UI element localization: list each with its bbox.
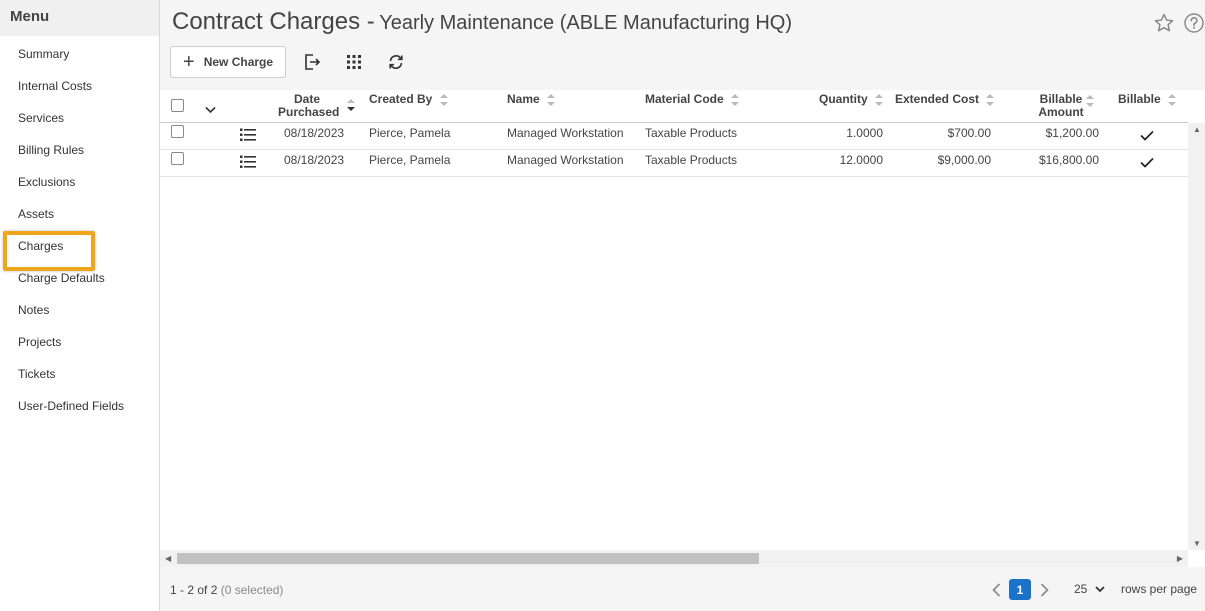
cell-name: Managed Workstation — [507, 126, 624, 140]
header-material-code[interactable]: Material Code — [645, 93, 740, 107]
menu-title: Menu — [0, 0, 159, 36]
sidebar-item-exclusions[interactable]: Exclusions — [0, 166, 159, 198]
grid-footer: 1 - 2 of 2 (0 selected) 1 25 rows per pa… — [160, 567, 1205, 611]
select-all-checkbox[interactable] — [171, 99, 184, 112]
sort-icon — [439, 94, 448, 106]
sidebar: Menu Summary Internal Costs Services Bil… — [0, 0, 160, 611]
check-icon — [1140, 155, 1154, 173]
refresh-icon[interactable] — [380, 46, 412, 78]
cell-quantity: 1.0000 — [846, 126, 883, 140]
table-row[interactable]: 08/18/2023 Pierce, Pamela Managed Workst… — [160, 123, 1188, 150]
cell-material-code: Taxable Products — [645, 126, 738, 140]
cell-material-code: Taxable Products — [645, 153, 738, 167]
horizontal-scroll-thumb[interactable] — [177, 553, 759, 564]
table-row[interactable]: 08/18/2023 Pierce, Pamela Managed Workst… — [160, 150, 1188, 177]
sort-icon — [875, 94, 884, 106]
header-quantity-label: Quantity — [819, 92, 868, 107]
sidebar-item-services[interactable]: Services — [0, 102, 159, 134]
sort-desc-icon[interactable] — [346, 98, 356, 117]
sidebar-item-charges[interactable]: Charges — [0, 230, 159, 271]
cell-billable-amount: $1,200.00 — [1045, 126, 1099, 140]
main-panel: Contract Charges - Yearly Maintenance (A… — [160, 0, 1205, 611]
rows-per-page-select[interactable]: 25 — [1074, 582, 1118, 596]
page-title-subtitle: Yearly Maintenance (ABLE Manufacturing H… — [379, 12, 793, 34]
header-name[interactable]: Name — [507, 93, 556, 107]
check-icon — [1140, 128, 1154, 146]
chevron-right-icon[interactable] — [1034, 580, 1054, 600]
page-title: Contract Charges - Yearly Maintenance (A… — [172, 8, 792, 36]
header-billable[interactable]: Billable — [1118, 93, 1177, 107]
sidebar-item-summary[interactable]: Summary — [0, 38, 159, 70]
vertical-scrollbar[interactable]: ▲ ▼ — [1188, 123, 1205, 550]
sidebar-item-internal-costs[interactable]: Internal Costs — [0, 70, 159, 102]
sort-icon — [547, 94, 556, 106]
cell-billable-amount: $16,800.00 — [1038, 153, 1099, 167]
header-extended-cost-label: Extended Cost — [895, 92, 980, 107]
cell-date-purchased: 08/18/2023 — [284, 126, 345, 140]
toolbar: + New Charge — [170, 46, 412, 78]
header-material-code-label: Material Code — [645, 92, 724, 107]
header-quantity[interactable]: Quantity — [819, 93, 884, 107]
chevron-down-icon — [1095, 585, 1105, 592]
header-name-label: Name — [507, 92, 540, 107]
page-title-main: Contract Charges - — [172, 8, 375, 35]
plus-icon: + — [183, 51, 195, 73]
sidebar-item-assets[interactable]: Assets — [0, 198, 159, 230]
grid-header: Date Purchased Created By Name Material … — [160, 90, 1188, 123]
scroll-down-icon[interactable]: ▼ — [1193, 539, 1201, 548]
horizontal-scrollbar[interactable]: ◀ ▶ — [160, 550, 1188, 567]
header-billable-amount[interactable]: Billable Amount — [1032, 93, 1090, 119]
cell-date-purchased: 08/18/2023 — [284, 153, 345, 167]
new-charge-label: New Charge — [203, 55, 274, 69]
sidebar-item-billing-rules[interactable]: Billing Rules — [0, 134, 159, 166]
header-billable-label: Billable — [1118, 92, 1161, 107]
list-icon[interactable] — [240, 128, 256, 147]
sort-icon — [731, 94, 740, 106]
header-date-purchased[interactable]: Date Purchased — [278, 93, 340, 119]
selected-count: (0 selected) — [220, 583, 284, 597]
sidebar-item-user-defined-fields[interactable]: User-Defined Fields — [0, 390, 159, 422]
sidebar-item-tickets[interactable]: Tickets — [0, 358, 159, 390]
pagination: 1 — [986, 579, 1054, 600]
cell-extended-cost: $700.00 — [947, 126, 991, 140]
rows-per-page: 25 rows per page — [1074, 582, 1197, 596]
record-count-text: 1 - 2 of 2 — [170, 583, 218, 597]
header-extended-cost[interactable]: Extended Cost — [895, 93, 995, 107]
chevron-left-icon[interactable] — [986, 580, 1006, 600]
cell-created-by: Pierce, Pamela — [369, 126, 451, 140]
sidebar-item-charge-defaults[interactable]: Charge Defaults — [0, 262, 159, 294]
help-icon[interactable] — [1183, 12, 1205, 34]
header-created-by-label: Created By — [369, 92, 433, 107]
cell-extended-cost: $9,000.00 — [937, 153, 991, 167]
sort-icon[interactable] — [1085, 94, 1095, 113]
page-number-current[interactable]: 1 — [1009, 579, 1031, 600]
header-date-line2: Purchased — [278, 105, 340, 119]
column-chooser-icon[interactable] — [338, 46, 370, 78]
list-icon[interactable] — [240, 155, 256, 174]
header-billable-amount-line2: Amount — [1038, 105, 1084, 119]
rows-per-page-label: rows per page — [1121, 582, 1198, 596]
row-checkbox[interactable] — [171, 125, 184, 138]
sidebar-item-projects[interactable]: Projects — [0, 326, 159, 358]
scroll-right-icon[interactable]: ▶ — [1177, 554, 1183, 563]
sort-icon — [1168, 94, 1177, 106]
menu-list: Summary Internal Costs Services Billing … — [0, 38, 159, 422]
scroll-left-icon[interactable]: ◀ — [165, 554, 171, 563]
cell-name: Managed Workstation — [507, 153, 624, 167]
charges-grid: Date Purchased Created By Name Material … — [160, 90, 1205, 567]
title-icons — [1149, 12, 1205, 34]
row-checkbox[interactable] — [171, 152, 184, 165]
export-icon[interactable] — [296, 46, 328, 78]
sort-icon — [986, 94, 995, 106]
record-count: 1 - 2 of 2 (0 selected) — [170, 583, 283, 597]
chevron-down-icon[interactable] — [205, 101, 216, 119]
cell-quantity: 12.0000 — [839, 153, 883, 167]
header-created-by[interactable]: Created By — [369, 93, 449, 107]
new-charge-button[interactable]: + New Charge — [170, 46, 287, 78]
sidebar-item-notes[interactable]: Notes — [0, 294, 159, 326]
cell-created-by: Pierce, Pamela — [369, 153, 451, 167]
scroll-up-icon[interactable]: ▲ — [1193, 125, 1201, 134]
rows-per-page-value: 25 — [1074, 582, 1088, 596]
star-icon[interactable] — [1153, 12, 1175, 34]
